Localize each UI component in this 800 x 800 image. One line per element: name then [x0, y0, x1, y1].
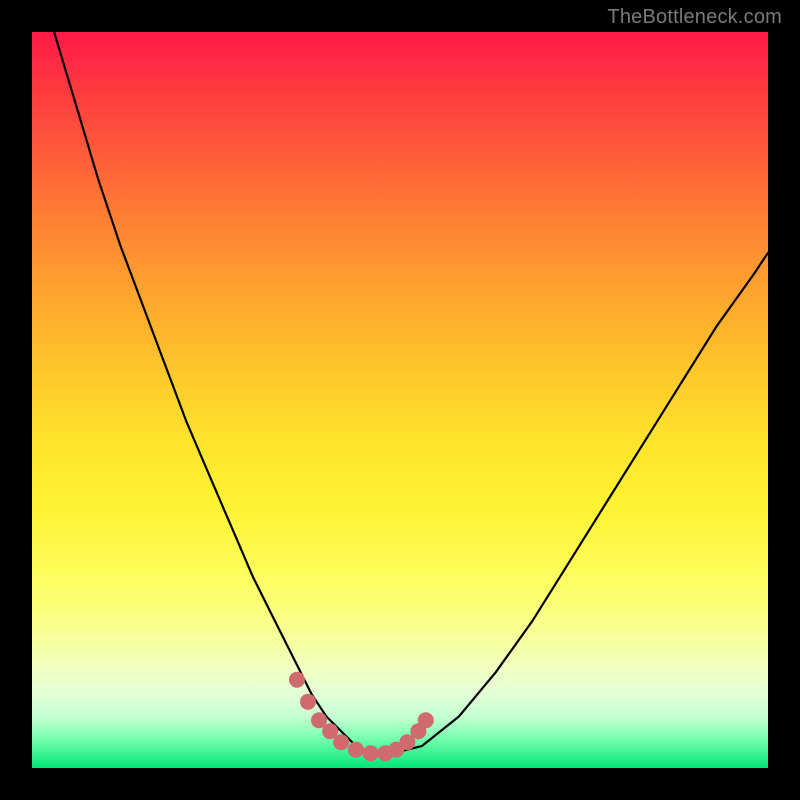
watermark-text: TheBottleneck.com	[607, 6, 782, 29]
bead-point	[363, 745, 379, 761]
bottleneck-curve	[54, 32, 768, 753]
bead-point	[418, 712, 434, 728]
bead-point	[333, 734, 349, 750]
bead-point	[300, 694, 316, 710]
bead-point	[348, 742, 364, 758]
chart-frame: TheBottleneck.com	[0, 0, 800, 800]
plot-area	[32, 32, 768, 768]
trough-beads	[289, 672, 434, 762]
bead-point	[289, 672, 305, 688]
curve-overlay	[32, 32, 768, 768]
